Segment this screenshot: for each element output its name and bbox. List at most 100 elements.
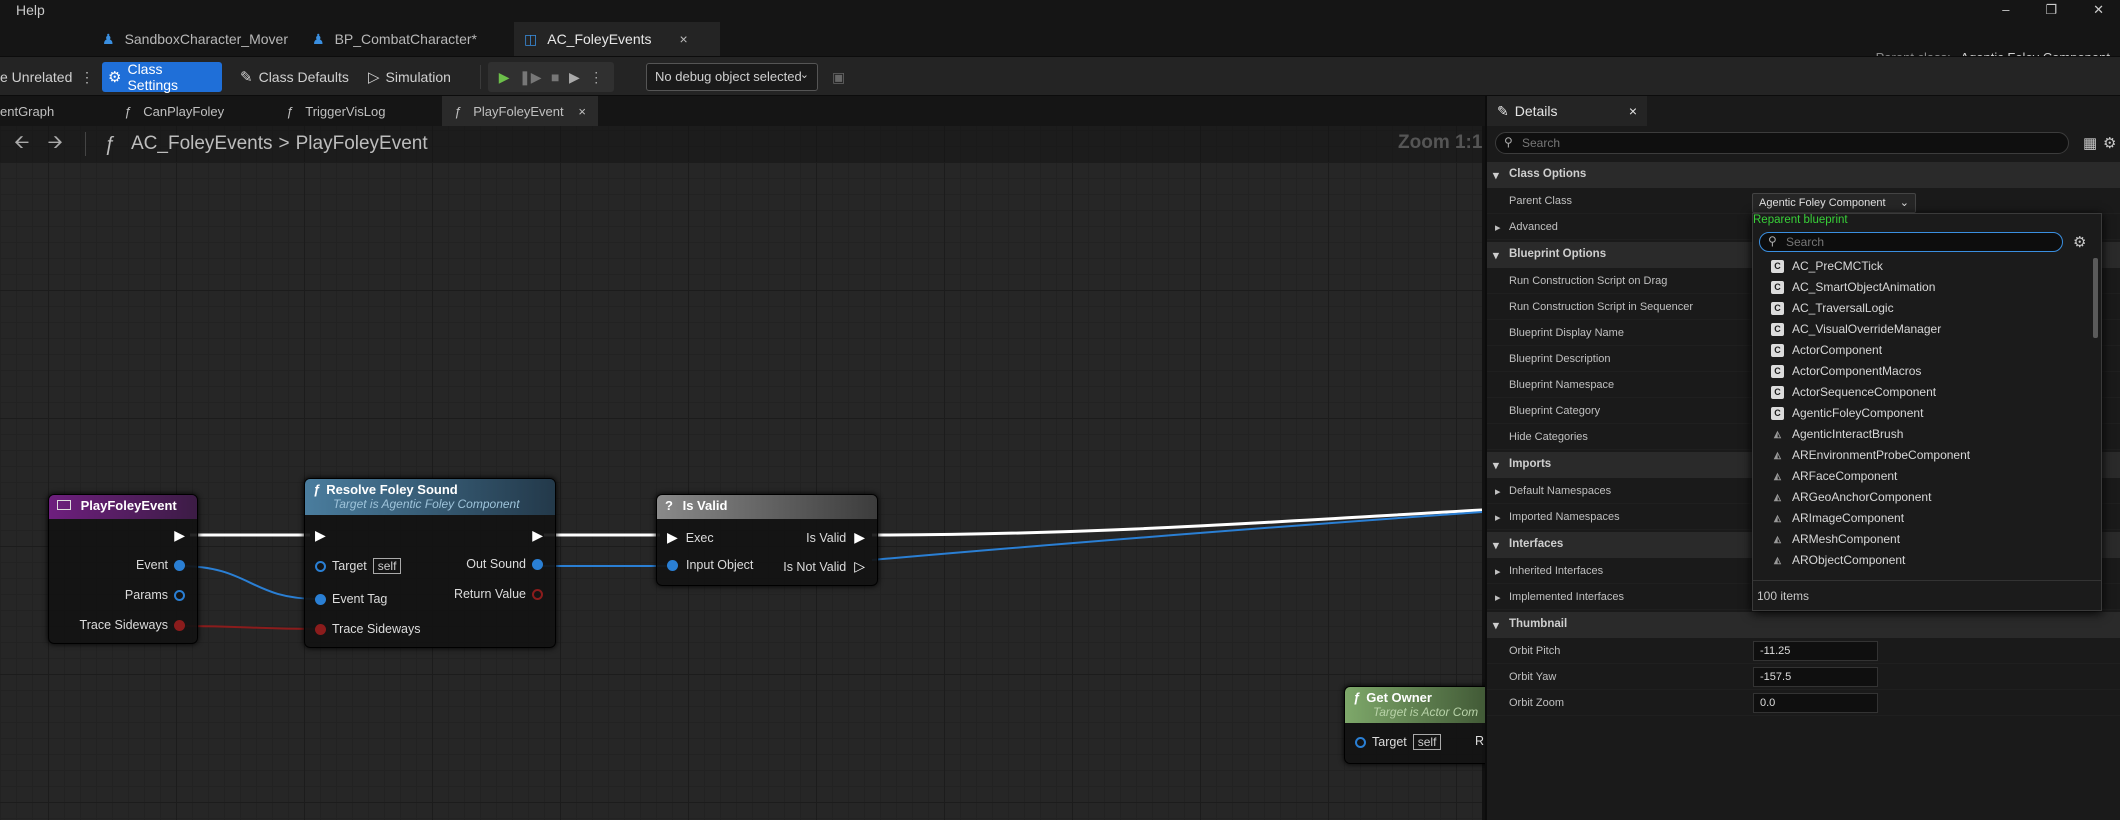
parent-class-dropdown[interactable]: Agentic Foley Component ⌄ [1752,193,1916,213]
eject-icon[interactable]: ▶ [569,69,580,86]
native-class-icon: ◭ [1774,428,1781,439]
pin-trace-sideways[interactable]: Trace Sideways [80,618,185,632]
row-orbit-zoom: Orbit Zoom 0.0 [1487,690,2120,716]
orbit-yaw-input[interactable]: -157.5 [1753,667,1878,687]
blueprint-class-icon: C [1771,322,1784,336]
exec-out-pin[interactable]: ▶ [174,527,185,544]
pin-is-valid[interactable]: Is Valid ▶ [806,529,865,546]
class-defaults-label: Class Defaults [258,69,349,85]
list-item[interactable]: C AgenticFoleyComponent [1771,403,1923,423]
pin-target[interactable]: Target self [1355,734,1442,750]
minimize-icon[interactable]: – [2002,2,2009,18]
list-item[interactable]: C ActorComponentMacros [1771,361,1921,381]
node-is-valid[interactable]: ? Is Valid ▶ Exec Input Object Is Valid ▶ … [656,494,878,586]
graph-canvas[interactable] [0,126,1482,820]
blueprint-class-icon: C [1771,364,1784,378]
hide-unrelated-button[interactable]: e Unrelated [0,62,78,92]
stop-icon[interactable]: ■ [551,69,559,85]
node-get-owner[interactable]: ƒ Get Owner Target is Actor Com Target sel… [1344,686,1504,764]
step-icon[interactable]: ❚▶ [519,69,542,86]
row-label: Inherited Interfaces [1509,565,1604,577]
orbit-pitch-input[interactable]: -11.25 [1753,641,1878,661]
pin-is-not-valid[interactable]: Is Not Valid ▷ [783,558,865,575]
debug-object-select[interactable]: No debug object selected ⌄ [646,63,818,91]
list-item[interactable]: ◭ AgenticInteractBrush [1771,424,1903,444]
tab-bp-combat-character[interactable]: ♟ BP_CombatCharacter* [302,22,487,56]
pin-return[interactable]: R [1475,734,1484,748]
debug-find-icon[interactable]: ▣ [826,62,851,92]
exec-in-pin[interactable]: ▶ [315,527,326,544]
list-item[interactable]: ◭ AREnvironmentProbeComponent [1771,445,1970,465]
blueprint-class-icon: C [1771,406,1784,420]
close-window-icon[interactable]: ✕ [2093,2,2104,18]
section-class-options[interactable]: ▾ Class Options [1487,162,2120,188]
pin-params[interactable]: Params [125,588,185,602]
list-item[interactable]: C AC_TraversalLogic [1771,298,1894,318]
details-tab[interactable]: ✎ Details × [1487,96,1647,126]
tab-sandbox-character-mover[interactable]: ♟ SandboxCharacter_Mover [92,22,298,56]
list-item[interactable]: C AC_VisualOverrideManager [1771,319,1941,339]
tab-trigger-vis-log[interactable]: ƒ TriggerVisLog [286,96,385,126]
forward-arrow-icon[interactable]: 🡪 [47,128,62,160]
list-item[interactable]: C AC_PreCMCTick [1771,256,1883,276]
restore-icon[interactable]: ❐ [2045,2,2057,18]
pin-label: Event Tag [332,592,388,606]
close-icon[interactable]: × [578,104,586,119]
back-arrow-icon[interactable]: 🡨 [14,128,29,160]
list-item-label: AC_TraversalLogic [1792,301,1894,315]
function-icon: ƒ [103,132,115,155]
list-item[interactable]: ◭ ARImageComponent [1771,508,1904,528]
close-icon[interactable]: × [680,31,688,47]
list-item[interactable]: ◭ ARGeoAnchorComponent [1771,487,1931,507]
pin-input-object[interactable]: Input Object [667,558,753,572]
more-options-icon[interactable]: ⋮ [589,69,603,86]
pin-out-sound[interactable]: Out Sound [466,557,543,571]
gear-icon[interactable]: ⚙ [2073,233,2086,251]
list-item[interactable]: ◭ ARFaceComponent [1771,466,1897,486]
pin-trace-sideways[interactable]: Trace Sideways [315,622,420,636]
breadcrumb-root[interactable]: AC_FoleyEvents [131,133,273,155]
list-item[interactable]: ◭ ARMeshComponent [1771,529,1900,549]
row-label: Advanced [1509,221,1558,233]
pin-event[interactable]: Event [136,558,185,572]
scrollbar[interactable] [2093,258,2098,338]
details-search-input[interactable]: ⚲ Search [1495,132,2069,154]
row-label: Implemented Interfaces [1509,591,1624,603]
tab-can-play-foley[interactable]: ƒ CanPlayFoley [124,96,224,126]
simulation-button[interactable]: ▷ Simulation [362,62,457,92]
tab-play-foley-event[interactable]: ƒ PlayFoleyEvent × [442,96,598,126]
list-item[interactable]: C ActorComponent [1771,340,1882,360]
list-item[interactable]: ◭ ARObjectComponent [1771,550,1905,570]
pin-exec-in[interactable]: ▶ Exec [667,529,714,546]
toolbar: e Unrelated ⋮ ⚙ Class Settings ✎ Class D… [0,56,2120,96]
zoom-indicator: Zoom 1:1 [1398,132,1483,153]
section-label: Blueprint Options [1509,248,1607,260]
simulation-icon: ▷ [368,69,380,86]
class-defaults-button[interactable]: ✎ Class Defaults [234,62,355,92]
pin-return-value[interactable]: Return Value [454,587,543,601]
list-item[interactable]: C AC_SmartObjectAnimation [1771,277,1935,297]
list-item[interactable]: C ActorSequenceComponent [1771,382,1936,402]
class-picker-search-input[interactable]: ⚲ Search [1759,232,2063,252]
grid-view-icon[interactable]: ▦ [2083,134,2097,152]
blueprint-class-icon: C [1771,343,1784,357]
row-label: Blueprint Description [1509,353,1611,365]
tab-event-graph[interactable]: entGraph [0,96,54,126]
node-resolve-foley-sound[interactable]: ƒ Resolve Foley Sound Target is Agentic F… [304,478,556,648]
more-options-icon[interactable]: ⋮ [74,62,100,92]
orbit-zoom-input[interactable]: 0.0 [1753,693,1878,713]
row-label: Blueprint Display Name [1509,327,1624,339]
pin-event-tag[interactable]: Event Tag [315,592,387,606]
exec-out-pin[interactable]: ▶ [532,527,543,544]
class-settings-button[interactable]: ⚙ Class Settings [102,61,222,93]
pin-target[interactable]: Target self [315,558,402,574]
breadcrumb: 🡨 🡪 ƒ AC_FoleyEvents > PlayFoleyEvent [0,126,428,162]
tab-ac-foley-events[interactable]: ◫ AC_FoleyEvents × [514,22,720,56]
play-icon[interactable]: ▶ [499,69,510,86]
menu-help[interactable]: Help [16,2,45,18]
gear-icon[interactable]: ⚙ [2103,134,2116,152]
node-play-foley-event[interactable]: PlayFoleyEvent ▶ Event Params Trace Side… [48,494,198,644]
close-icon[interactable]: × [1629,103,1637,119]
section-thumbnail[interactable]: ▾ Thumbnail [1487,612,2120,638]
list-item[interactable]: ◭ ARPlaneComponent [1771,571,1901,576]
